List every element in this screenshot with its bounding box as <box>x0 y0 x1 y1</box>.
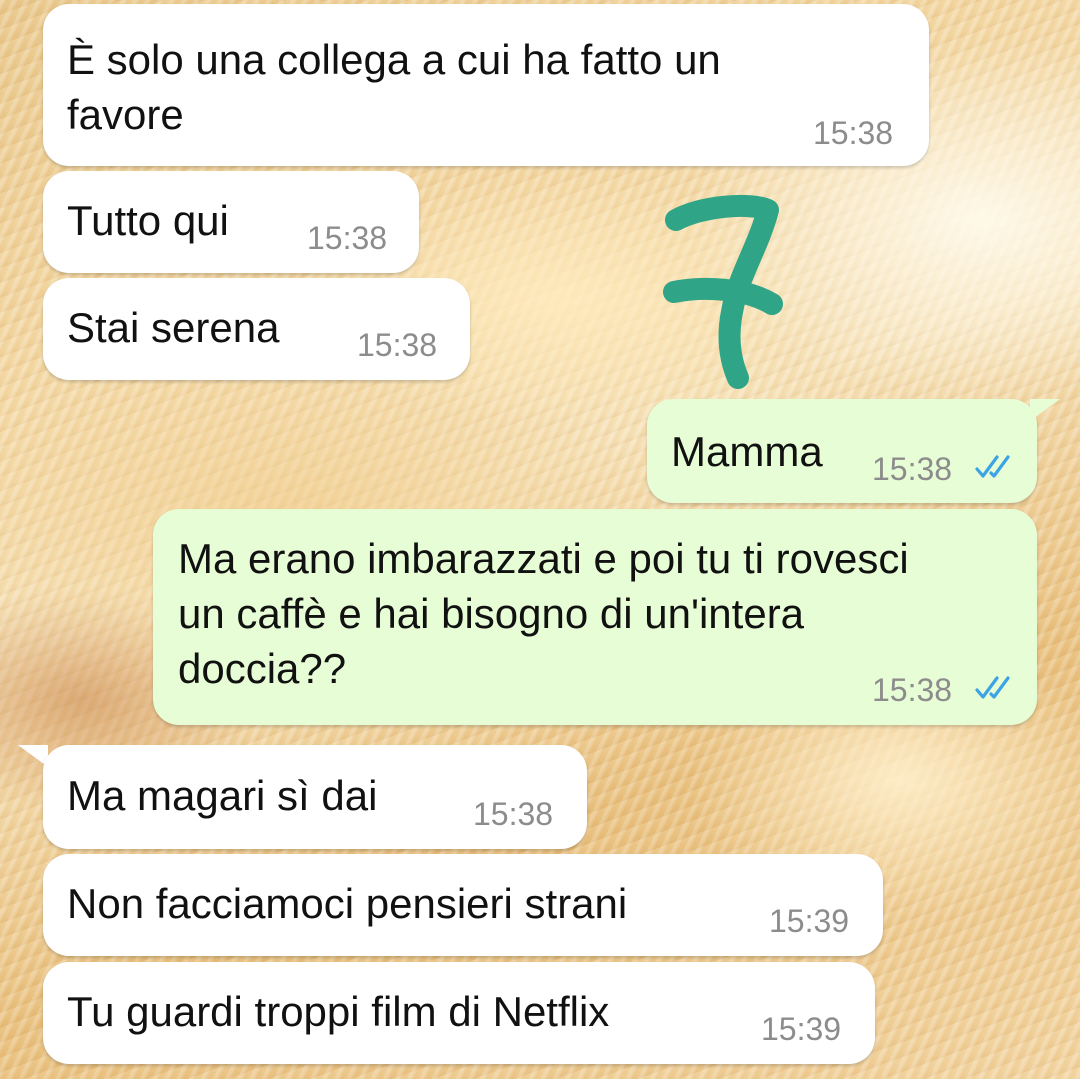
message-text: Ma erano imbarazzati e poi tu ti rovesci… <box>178 535 909 692</box>
message-time: 15:38 <box>473 796 554 832</box>
message-text: È solo una collega a cui ha fatto un fav… <box>67 36 721 138</box>
chat-thread: È solo una collega a cui ha fatto un fav… <box>0 0 1080 1079</box>
message-time: 15:38 <box>357 327 438 363</box>
outgoing-bubble-tail <box>1030 399 1060 421</box>
incoming-message[interactable]: Ma magari sì dai 15:38 <box>43 745 587 849</box>
outgoing-message[interactable]: Ma erano imbarazzati e poi tu ti rovesci… <box>153 509 1037 725</box>
message-text: Ma magari sì dai <box>67 772 378 819</box>
message-text: Non facciamoci pensieri strani <box>67 880 628 927</box>
handwritten-seven-annotation <box>663 194 783 389</box>
incoming-message[interactable]: È solo una collega a cui ha fatto un fav… <box>43 4 929 166</box>
message-time: 15:39 <box>769 903 850 939</box>
message-text: Stai serena <box>67 304 280 351</box>
message-time: 15:38 <box>813 115 894 151</box>
message-time: 15:38 <box>872 451 953 487</box>
read-receipt-double-check-icon <box>975 455 1010 478</box>
read-receipt-double-check-icon <box>975 676 1010 699</box>
outgoing-message[interactable]: Mamma 15:38 <box>647 399 1037 503</box>
incoming-message[interactable]: Stai serena 15:38 <box>43 278 470 380</box>
message-text: Tutto qui <box>67 197 229 244</box>
message-time: 15:39 <box>761 1011 842 1047</box>
incoming-message[interactable]: Non facciamoci pensieri strani 15:39 <box>43 854 883 956</box>
incoming-message[interactable]: Tutto qui 15:38 <box>43 171 419 273</box>
message-text: Mamma <box>671 428 823 475</box>
message-time: 15:38 <box>872 672 953 708</box>
message-text: Tu guardi troppi film di Netflix <box>67 988 610 1035</box>
message-time: 15:38 <box>307 220 388 256</box>
incoming-message[interactable]: Tu guardi troppi film di Netflix 15:39 <box>43 962 875 1064</box>
